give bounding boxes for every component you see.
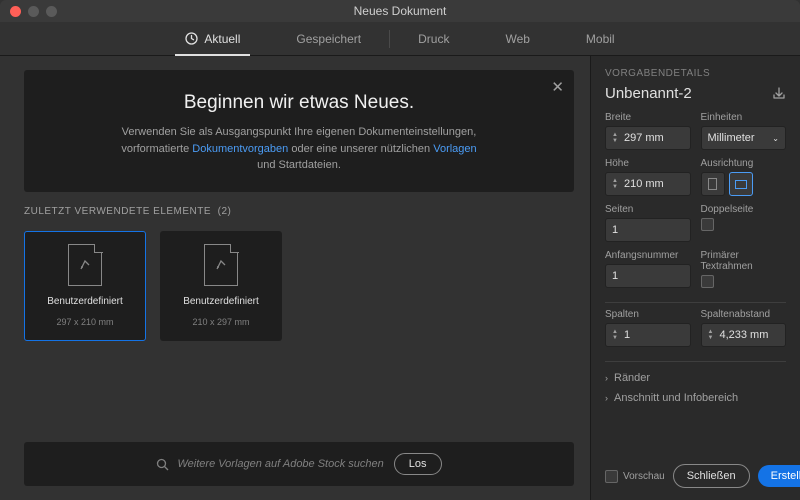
orientation-portrait-button[interactable] <box>701 172 725 196</box>
height-input[interactable]: ▲▼ 210 mm <box>605 172 691 196</box>
landscape-icon <box>735 180 747 189</box>
pages-input[interactable]: 1 <box>605 218 691 242</box>
chevron-right-icon: › <box>605 393 608 403</box>
close-icon[interactable]: ✕ <box>551 78 564 96</box>
hero-headline: Beginnen wir etwas Neues. <box>68 92 530 114</box>
page-icon <box>204 244 238 286</box>
start-number-input[interactable]: 1 <box>605 264 691 288</box>
document-name[interactable]: Unbenannt-2 <box>605 85 692 102</box>
orientation-landscape-button[interactable] <box>729 172 753 196</box>
orientation-label: Ausrichtung <box>701 158 787 169</box>
width-input[interactable]: ▲▼ 297 mm <box>605 126 691 150</box>
preset-details-panel: VORGABENDETAILS Unbenannt-2 Breite ▲▼ 29… <box>590 56 800 500</box>
preview-label: Vorschau <box>623 471 665 482</box>
divider <box>605 302 786 303</box>
tab-mobile[interactable]: Mobil <box>558 22 643 56</box>
left-pane: ✕ Beginnen wir etwas Neues. Verwenden Si… <box>0 56 590 500</box>
tab-web-label: Web <box>505 32 529 46</box>
dialog-body: ✕ Beginnen wir etwas Neues. Verwenden Si… <box>0 56 800 500</box>
hero-text: Verwenden Sie als Ausgangspunkt Ihre eig… <box>68 124 530 174</box>
tab-saved-label: Gespeichert <box>296 32 361 46</box>
primary-text-frame-checkbox[interactable] <box>701 275 714 288</box>
preset-card[interactable]: Benutzerdefiniert 210 x 297 mm <box>160 231 282 341</box>
recent-label: ZULETZT VERWENDETE ELEMENTE (2) <box>24 206 574 217</box>
new-document-window: Neues Dokument Aktuell Gespeichert Druck… <box>0 0 800 500</box>
portrait-icon <box>708 178 717 190</box>
facing-pages-checkbox[interactable] <box>701 218 714 231</box>
preset-card[interactable]: Benutzerdefiniert 297 x 210 mm <box>24 231 146 341</box>
document-name-row: Unbenannt-2 <box>605 85 786 102</box>
tab-saved[interactable]: Gespeichert <box>268 22 389 56</box>
bleed-expander[interactable]: › Anschnitt und Infobereich <box>605 388 786 408</box>
facing-pages-label: Doppelseite <box>701 204 787 215</box>
gutter-input[interactable]: ▲▼ 4,233 mm <box>701 323 787 347</box>
tab-print-label: Druck <box>418 32 449 46</box>
details-section-label: VORGABENDETAILS <box>605 68 786 79</box>
margins-expander[interactable]: › Ränder <box>605 368 786 388</box>
search-placeholder: Weitere Vorlagen auf Adobe Stock suchen <box>177 458 383 470</box>
stepper-icon[interactable]: ▲▼ <box>612 178 618 190</box>
tab-web[interactable]: Web <box>477 22 557 56</box>
chevron-down-icon: ⌄ <box>772 134 779 143</box>
preview-checkbox[interactable] <box>605 470 618 483</box>
hero-panel: ✕ Beginnen wir etwas Neues. Verwenden Si… <box>24 70 574 192</box>
tab-recent[interactable]: Aktuell <box>157 22 268 56</box>
height-label: Höhe <box>605 158 691 169</box>
start-number-label: Anfangsnummer <box>605 250 691 261</box>
tab-print[interactable]: Druck <box>390 22 477 56</box>
tab-recent-label: Aktuell <box>204 32 240 46</box>
card-subtitle: 210 x 297 mm <box>192 317 249 327</box>
units-select[interactable]: Millimeter ⌄ <box>701 126 787 150</box>
templates-link[interactable]: Vorlagen <box>433 143 476 155</box>
save-preset-icon[interactable] <box>772 87 786 101</box>
primary-text-frame-label: Primärer Textrahmen <box>701 250 787 272</box>
columns-input[interactable]: ▲▼ 1 <box>605 323 691 347</box>
titlebar: Neues Dokument <box>0 0 800 22</box>
page-icon <box>68 244 102 286</box>
category-tabs: Aktuell Gespeichert Druck Web Mobil <box>0 22 800 56</box>
close-button[interactable]: Schließen <box>673 464 750 488</box>
units-label: Einheiten <box>701 112 787 123</box>
search-go-button[interactable]: Los <box>394 453 442 475</box>
pages-label: Seiten <box>605 204 691 215</box>
create-button[interactable]: Erstellen <box>758 465 800 487</box>
search-icon <box>156 458 169 471</box>
stepper-icon[interactable]: ▲▼ <box>708 329 714 341</box>
window-title: Neues Dokument <box>0 4 800 18</box>
stock-search-row: Weitere Vorlagen auf Adobe Stock suchen … <box>24 442 574 486</box>
chevron-right-icon: › <box>605 373 608 383</box>
card-subtitle: 297 x 210 mm <box>56 317 113 327</box>
details-footer: Vorschau Schließen Erstellen <box>605 454 786 488</box>
divider <box>605 361 786 362</box>
gutter-label: Spaltenabstand <box>701 309 787 320</box>
card-title: Benutzerdefiniert <box>47 296 123 307</box>
width-label: Breite <box>605 112 691 123</box>
recent-cards: Benutzerdefiniert 297 x 210 mm Benutzerd… <box>24 231 574 341</box>
stock-search[interactable]: Weitere Vorlagen auf Adobe Stock suchen <box>156 458 383 471</box>
tab-mobile-label: Mobil <box>586 32 615 46</box>
clock-icon <box>185 32 198 45</box>
stepper-icon[interactable]: ▲▼ <box>612 329 618 341</box>
stepper-icon[interactable]: ▲▼ <box>612 132 618 144</box>
card-title: Benutzerdefiniert <box>183 296 259 307</box>
columns-label: Spalten <box>605 309 691 320</box>
doc-presets-link[interactable]: Dokumentvorgaben <box>192 143 288 155</box>
